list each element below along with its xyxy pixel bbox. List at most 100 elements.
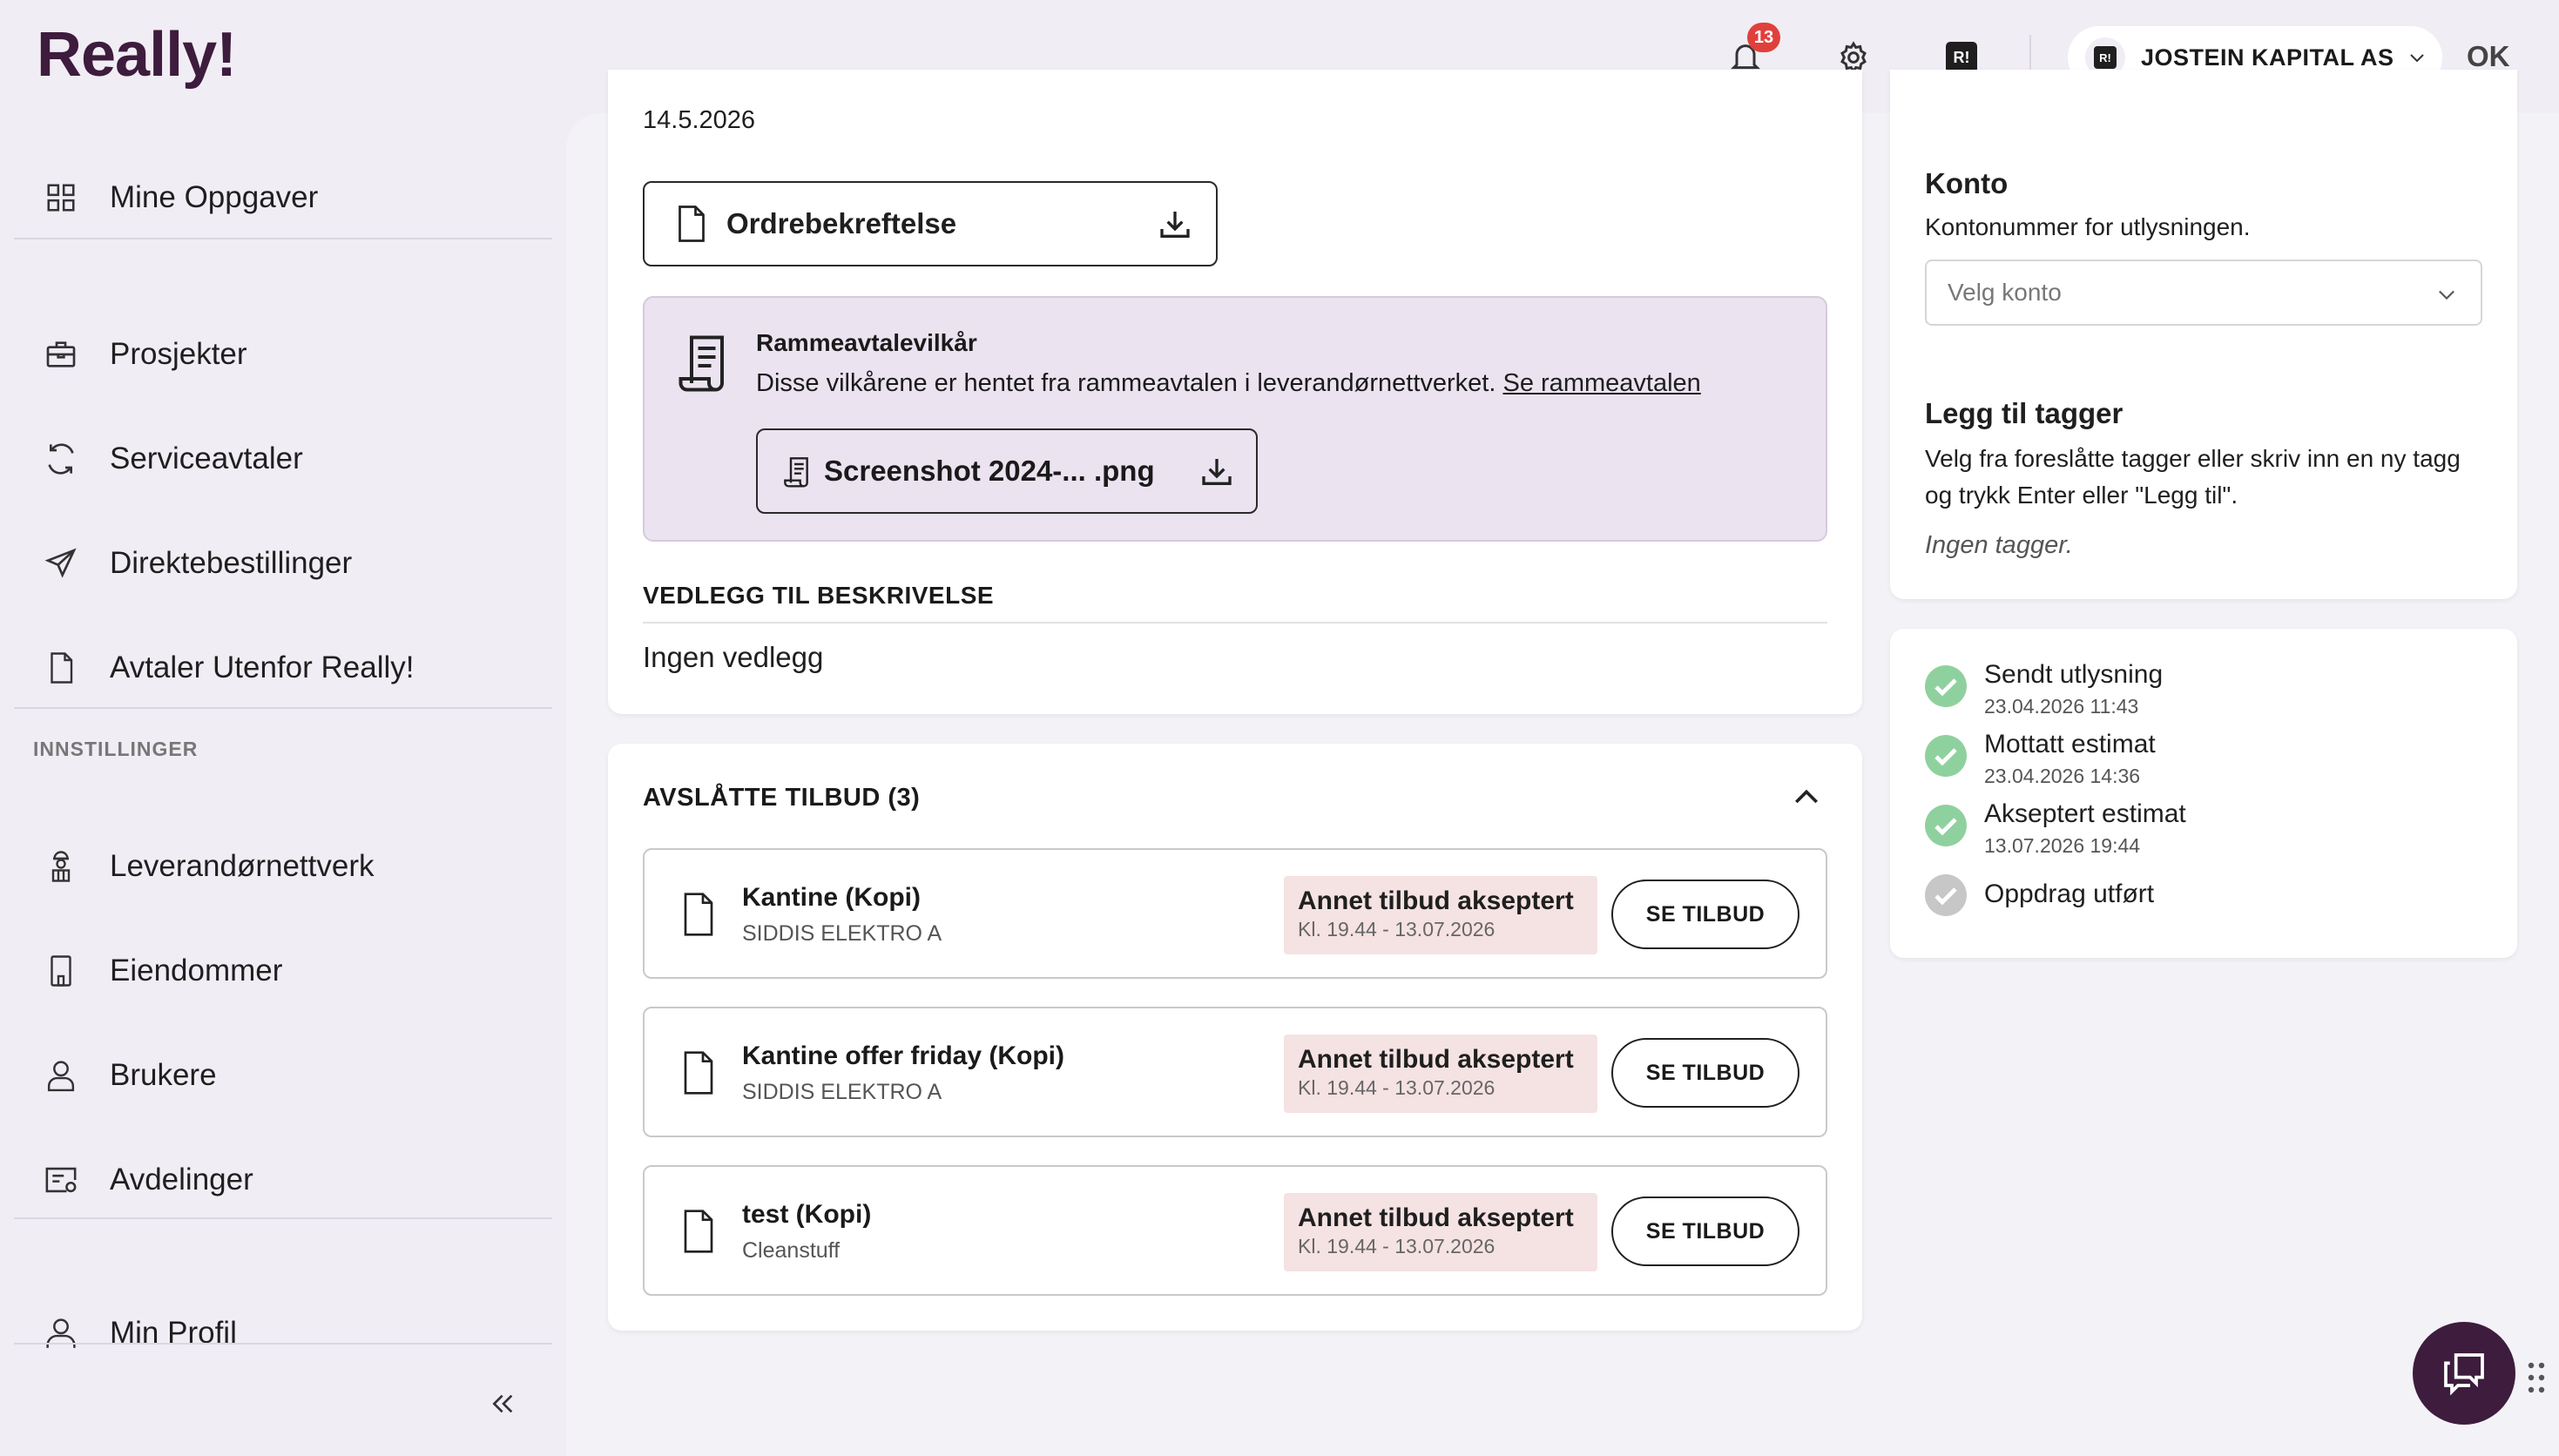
attachments-heading: VEDLEGG TIL BESKRIVELSE — [643, 582, 995, 609]
terms-file-download[interactable]: Screenshot 2024-... .png — [756, 428, 1258, 514]
sidebar-item-prosjekter[interactable]: Prosjekter — [0, 315, 557, 394]
sidebar-item-avdelinger[interactable]: Avdelinger — [0, 1141, 557, 1219]
grid-icon — [38, 175, 84, 220]
chevron-down-icon — [2439, 290, 2454, 300]
download-icon — [1160, 212, 1190, 238]
sidebar-item-direktebestillinger[interactable]: Direktebestillinger — [0, 524, 557, 603]
sidebar-divider — [14, 707, 552, 709]
offer-name: Kantine (Kopi) — [742, 883, 921, 912]
attachments-divider — [643, 622, 1827, 624]
collapse-sidebar-icon[interactable] — [490, 1390, 524, 1425]
attachments-empty: Ingen vedlegg — [643, 641, 824, 673]
sidebar-divider — [14, 1343, 552, 1345]
check-circle-pending-icon — [1925, 874, 1967, 916]
tags-description: Velg fra foreslåtte tagger eller skriv i… — [1925, 445, 2461, 509]
sidebar-item-avtaler-utenfor[interactable]: Avtaler Utenfor Really! — [0, 629, 557, 707]
terms-title: Rammeavtalevilkår — [756, 329, 977, 356]
chat-icon — [2444, 1353, 2484, 1396]
receipt-icon — [784, 457, 808, 488]
document-icon — [38, 645, 84, 691]
konto-placeholder: Velg konto — [1948, 279, 2062, 306]
document-icon — [684, 893, 713, 936]
department-icon — [38, 1157, 84, 1203]
see-framework-agreement-link[interactable]: Se rammeavtalen — [1503, 369, 1701, 397]
refresh-icon — [38, 436, 84, 482]
offer-supplier: SIDDIS ELEKTRO A — [742, 921, 942, 946]
timeline-label: Mottatt estimat — [1984, 730, 2156, 758]
check-circle-icon — [1925, 735, 1967, 777]
sidebar-item-label: Avdelinger — [110, 1163, 253, 1196]
sidebar-divider — [14, 238, 552, 239]
sidebar-item-label: Direktebestillinger — [110, 546, 353, 580]
sidebar: Mine Oppgaver Prosjekter Serviceavtaler … — [0, 113, 566, 1456]
order-confirmation-label: Ordrebekreftelse — [726, 207, 957, 239]
sidebar-item-label: Prosjekter — [110, 337, 247, 371]
timeline-label: Akseptert estimat — [1984, 799, 2186, 828]
timeline-time: 13.07.2026 19:44 — [1984, 834, 2141, 857]
tags-title: Legg til tagger — [1925, 397, 2123, 429]
see-offer-button[interactable]: SE TILBUD — [1611, 1196, 1799, 1266]
sidebar-item-mine-oppgaver[interactable]: Mine Oppgaver — [0, 158, 557, 237]
terms-file-label: Screenshot 2024-... .png — [824, 455, 1155, 487]
status-time: Kl. 19.44 - 13.07.2026 — [1298, 1235, 1496, 1257]
sidebar-item-label: Leverandørnettverk — [110, 849, 375, 883]
notification-badge: 13 — [1747, 23, 1780, 52]
app-logo-text: R! — [1946, 42, 1977, 73]
timeline-label: Oppdrag utført — [1984, 880, 2155, 908]
drag-handle-icon[interactable] — [2526, 1360, 2547, 1395]
order-date: 14.5.2026 — [643, 106, 756, 134]
status-time: Kl. 19.44 - 13.07.2026 — [1298, 918, 1496, 940]
settings-heading: INNSTILLINGER — [33, 738, 199, 760]
chevron-up-icon[interactable] — [1789, 780, 1824, 815]
offer-name: test (Kopi) — [742, 1200, 872, 1229]
timeline-time: 23.04.2026 14:36 — [1984, 765, 2141, 787]
chat-button[interactable] — [2413, 1322, 2515, 1425]
download-icon — [1202, 459, 1232, 485]
sidebar-item-brukere[interactable]: Brukere — [0, 1036, 557, 1115]
sidebar-item-serviceavtaler[interactable]: Serviceavtaler — [0, 420, 557, 498]
status-badge: Annet tilbud akseptert Kl. 19.44 - 13.07… — [1284, 1035, 1597, 1113]
document-icon — [684, 1051, 713, 1095]
konto-select[interactable]: Velg konto — [1925, 260, 2482, 326]
timeline-label: Sendt utlysning — [1984, 660, 2164, 689]
worker-icon — [38, 844, 84, 889]
offer-card: test (Kopi) Cleanstuff Annet tilbud akse… — [643, 1165, 1827, 1296]
timeline-time: 23.04.2026 11:43 — [1984, 695, 2139, 718]
document-icon — [684, 1210, 713, 1253]
sidebar-item-min-profil[interactable]: Min Profil — [0, 1294, 557, 1372]
ok-label[interactable]: OK — [2467, 40, 2510, 73]
terms-description-text: Disse vilkårene er hentet fra rammeavtal… — [756, 369, 1496, 397]
status-time: Kl. 19.44 - 13.07.2026 — [1298, 1076, 1496, 1099]
user-icon — [38, 1053, 84, 1098]
see-offer-button[interactable]: SE TILBUD — [1611, 1038, 1799, 1108]
send-icon — [38, 541, 84, 586]
sidebar-item-label: Mine Oppgaver — [110, 180, 319, 214]
offer-supplier: Cleanstuff — [742, 1238, 841, 1263]
check-circle-icon — [1925, 805, 1967, 846]
scroll-document-icon — [679, 335, 724, 392]
sidebar-item-eiendommer[interactable]: Eiendommer — [0, 932, 557, 1010]
sidebar-item-label: Min Profil — [110, 1316, 237, 1350]
tags-empty: Ingen tagger. — [1925, 531, 2073, 559]
see-offer-button[interactable]: SE TILBUD — [1611, 880, 1799, 949]
offer-card: Kantine offer friday (Kopi) SIDDIS ELEKT… — [643, 1007, 1827, 1137]
document-icon — [679, 206, 705, 242]
sidebar-item-leverandornettverk[interactable]: Leverandørnettverk — [0, 827, 557, 906]
user-icon — [38, 1311, 84, 1356]
company-logo-text: R! — [2094, 46, 2117, 69]
rejected-offers-heading: AVSLÅTTE TILBUD (3) — [643, 784, 921, 812]
really-logo[interactable]: Really! — [37, 19, 237, 91]
chevron-down-icon — [2409, 54, 2424, 63]
sidebar-item-label: Avtaler Utenfor Really! — [110, 650, 415, 684]
sidebar-item-label: Eiendommer — [110, 954, 283, 988]
terms-description: Disse vilkårene er hentet fra rammeavtal… — [756, 369, 1701, 398]
status-label: Annet tilbud akseptert — [1298, 1203, 1574, 1232]
company-name: JOSTEIN KAPITAL AS — [2141, 44, 2394, 71]
settings-card — [1890, 70, 2517, 599]
status-label: Annet tilbud akseptert — [1298, 1045, 1574, 1074]
order-confirmation-download[interactable]: Ordrebekreftelse — [643, 181, 1218, 266]
konto-description: Kontonummer for utlysningen. — [1925, 213, 2251, 240]
check-circle-icon — [1925, 665, 1967, 707]
sidebar-item-label: Serviceavtaler — [110, 442, 303, 475]
konto-title: Konto — [1925, 167, 2009, 199]
